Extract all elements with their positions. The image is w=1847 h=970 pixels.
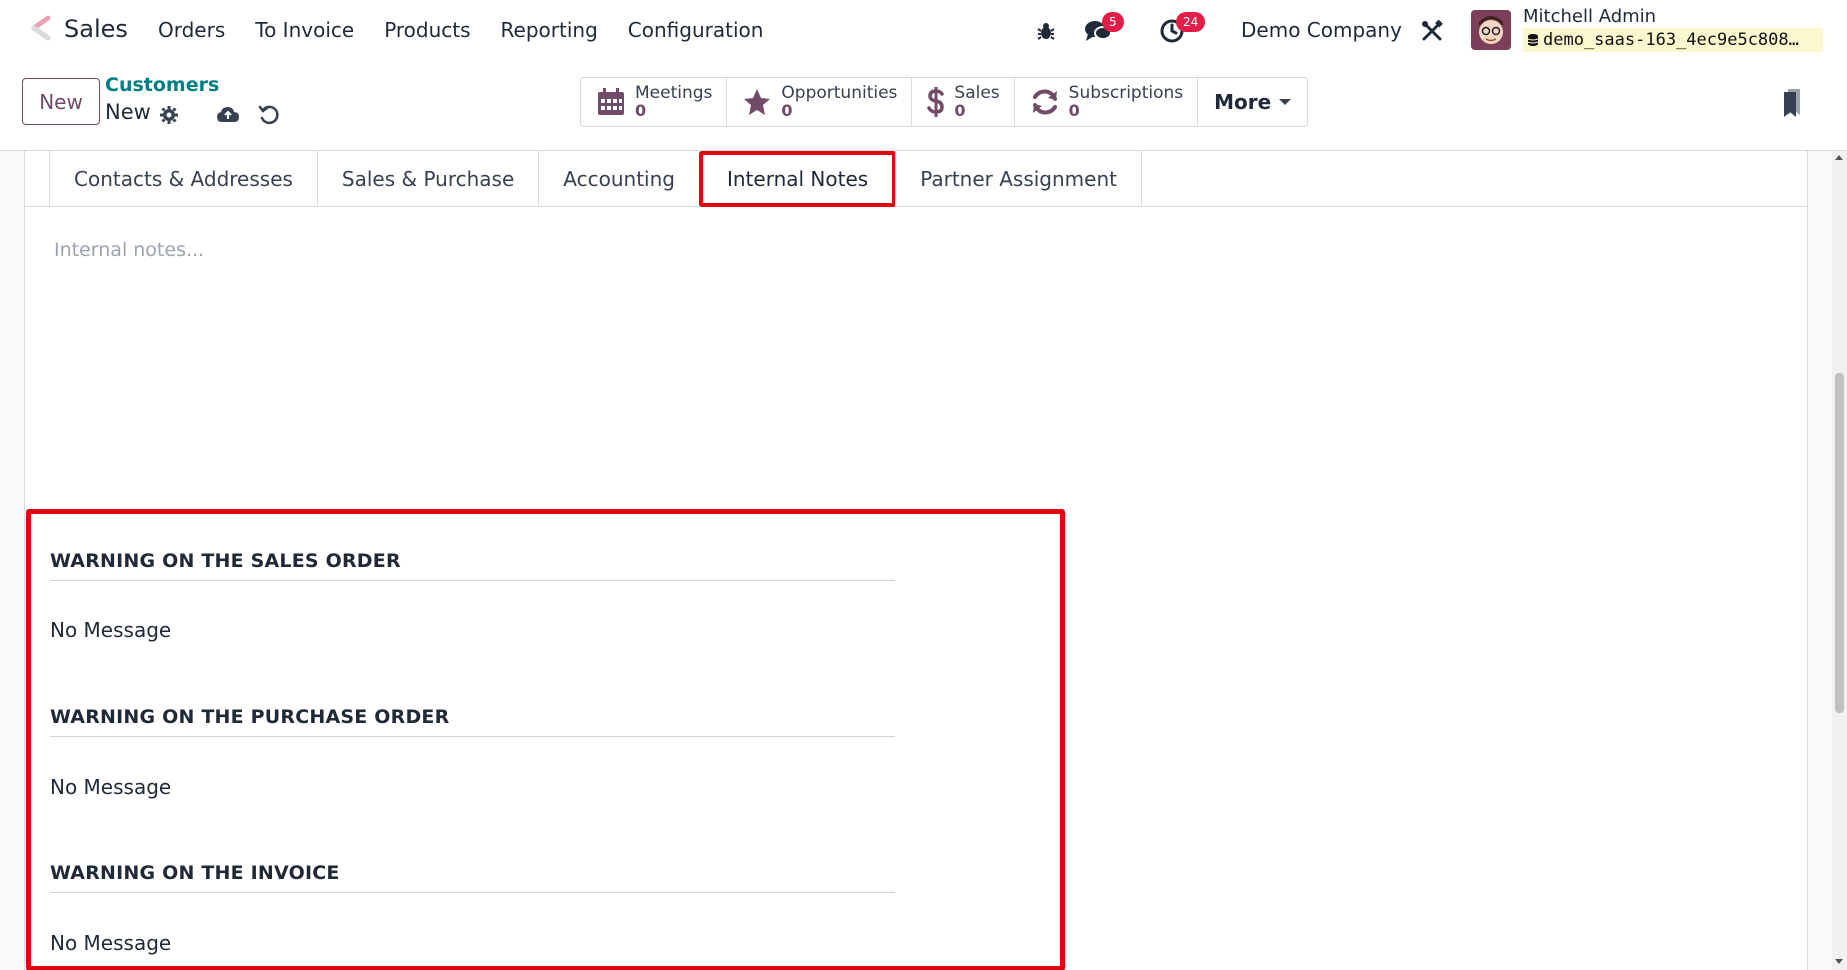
breadcrumb-customers[interactable]: Customers xyxy=(105,74,219,96)
app-brand[interactable]: Sales xyxy=(28,14,128,44)
internal-notes-editor[interactable]: Internal notes... xyxy=(54,239,1754,439)
separator xyxy=(50,580,895,581)
debug-bug-icon[interactable] xyxy=(1031,16,1061,46)
breadcrumb-current: New xyxy=(105,100,151,124)
save-cloud-icon[interactable] xyxy=(216,103,240,127)
database-name: demo_saas-163_4ec9e5c808… xyxy=(1523,28,1823,52)
smart-button-meetings[interactable]: Meetings 0 xyxy=(581,78,728,126)
calendar-icon xyxy=(595,86,627,118)
bookmark-icon[interactable] xyxy=(1782,87,1802,117)
star-icon xyxy=(741,86,773,118)
subscriptions-label: Subscriptions xyxy=(1068,83,1184,103)
gear-icon[interactable] xyxy=(157,103,181,127)
opportunities-label: Opportunities xyxy=(781,83,898,103)
tab-contacts-addresses[interactable]: Contacts & Addresses xyxy=(49,151,318,207)
notebook-tabs: Contacts & Addresses Sales & Purchase Ac… xyxy=(49,151,1142,207)
sales-count: 0 xyxy=(954,101,966,120)
user-name[interactable]: Mitchell Admin xyxy=(1523,6,1656,27)
page-scrollbar[interactable] xyxy=(1832,151,1847,970)
warning-sales-order-select[interactable]: No Message xyxy=(50,618,171,642)
menu-configuration[interactable]: Configuration xyxy=(628,18,764,42)
smart-button-subscriptions[interactable]: Subscriptions 0 xyxy=(1015,78,1199,126)
company-switcher[interactable]: Demo Company xyxy=(1241,18,1402,42)
warnings-section: WARNING ON THE SALES ORDER No Message WA… xyxy=(26,509,1065,970)
menu-reporting[interactable]: Reporting xyxy=(501,18,598,42)
top-navbar: Sales Orders To Invoice Products Reporti… xyxy=(0,0,1847,63)
smart-buttons: Meetings 0 Opportunities 0 Sales 0 Subsc… xyxy=(580,77,1309,127)
menu-orders[interactable]: Orders xyxy=(158,18,225,42)
caret-down-icon xyxy=(1279,99,1292,105)
warning-invoice-title: WARNING ON THE INVOICE xyxy=(50,862,340,884)
tools-icon[interactable] xyxy=(1417,16,1447,46)
separator xyxy=(50,892,895,893)
form-sheet: Contacts & Addresses Sales & Purchase Ac… xyxy=(24,151,1809,970)
separator xyxy=(50,736,895,737)
tab-internal-notes[interactable]: Internal Notes xyxy=(698,151,897,207)
warning-purchase-order-title: WARNING ON THE PURCHASE ORDER xyxy=(50,706,450,728)
app-name: Sales xyxy=(64,15,128,43)
form-content: Contacts & Addresses Sales & Purchase Ac… xyxy=(0,151,1832,970)
more-label: More xyxy=(1214,90,1272,114)
dollar-icon xyxy=(926,86,946,118)
tab-partner-assignment[interactable]: Partner Assignment xyxy=(895,151,1142,207)
scroll-up-arrow-icon[interactable] xyxy=(1835,155,1843,160)
database-label: demo_saas-163_4ec9e5c808… xyxy=(1543,30,1799,50)
database-icon xyxy=(1527,33,1539,47)
refresh-icon xyxy=(1029,86,1061,118)
main-menu: Orders To Invoice Products Reporting Con… xyxy=(158,18,793,42)
warning-invoice-select[interactable]: No Message xyxy=(50,931,171,955)
warning-sales-order-title: WARNING ON THE SALES ORDER xyxy=(50,550,401,572)
warning-purchase-order-select[interactable]: No Message xyxy=(50,775,171,799)
user-avatar[interactable] xyxy=(1471,10,1511,50)
tab-sales-purchase[interactable]: Sales & Purchase xyxy=(316,151,540,207)
odoo-logo-icon xyxy=(28,14,54,44)
new-button[interactable]: New xyxy=(22,78,100,125)
menu-to-invoice[interactable]: To Invoice xyxy=(255,18,354,42)
control-panel: New Customers New Meetings 0 Opportuniti… xyxy=(0,63,1847,151)
more-dropdown-button[interactable]: More xyxy=(1198,78,1307,126)
tab-accounting[interactable]: Accounting xyxy=(538,151,700,207)
meetings-count: 0 xyxy=(635,101,647,120)
messages-count-badge: 5 xyxy=(1102,12,1124,32)
menu-products[interactable]: Products xyxy=(384,18,470,42)
activities-count-badge: 24 xyxy=(1176,12,1206,32)
meetings-label: Meetings xyxy=(635,83,713,103)
smart-button-opportunities[interactable]: Opportunities 0 xyxy=(727,78,913,126)
smart-button-sales[interactable]: Sales 0 xyxy=(912,78,1015,126)
discard-undo-icon[interactable] xyxy=(257,103,281,127)
scroll-down-arrow-icon[interactable] xyxy=(1835,959,1843,964)
scroll-thumb[interactable] xyxy=(1835,373,1844,713)
subscriptions-count: 0 xyxy=(1068,101,1080,120)
opportunities-count: 0 xyxy=(781,101,793,120)
sales-label: Sales xyxy=(954,83,1000,103)
